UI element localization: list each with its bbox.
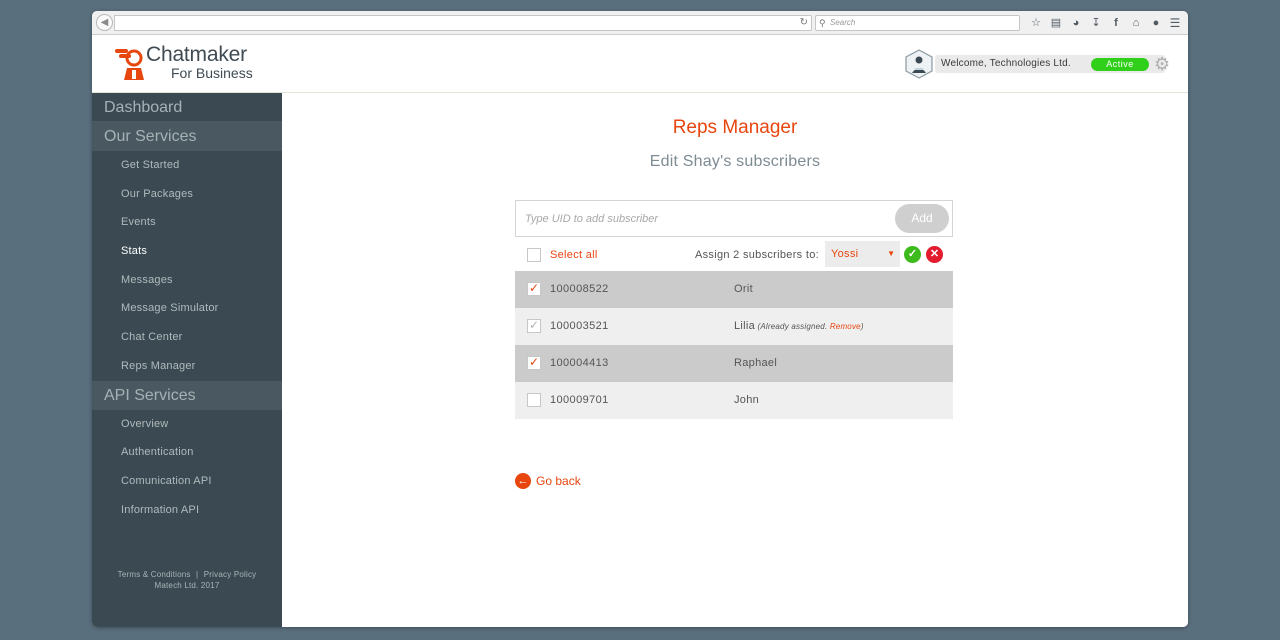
reload-icon[interactable]: ↻ bbox=[800, 16, 808, 30]
confirm-icon[interactable]: ✓ bbox=[904, 246, 921, 263]
page-title: Reps Manager bbox=[672, 117, 798, 138]
sidebar-footer: Terms & Conditions | Privacy Policy Mate… bbox=[92, 569, 282, 591]
subscriber-uid: 100003521 bbox=[550, 320, 609, 332]
sidebar: Dashboard Our Services Get Started Our P… bbox=[92, 93, 282, 627]
subscriber-row[interactable]: ✓ 100003521 Lilia (Already assigned. Remov… bbox=[515, 308, 953, 345]
checkmark-icon: ✓ bbox=[529, 318, 540, 332]
caret-down-icon: ▼ bbox=[887, 249, 895, 258]
sidebar-dashboard[interactable]: Dashboard bbox=[92, 93, 282, 122]
sidebar-item-our-packages[interactable]: Our Packages bbox=[92, 180, 282, 209]
sidebar-section-api-services[interactable]: API Services bbox=[92, 380, 282, 410]
copyright-text: Matech Ltd. 2017 bbox=[154, 581, 220, 590]
subscriber-row[interactable]: ✓ 100008522 Orit bbox=[515, 271, 953, 308]
checkmark-icon: ✓ bbox=[529, 355, 540, 369]
subscriber-list: ✓ 100008522 Orit ✓ 100003521 Lilia (Already a… bbox=[515, 271, 953, 419]
add-button[interactable]: Add bbox=[895, 204, 949, 233]
cancel-icon[interactable]: ✕ bbox=[926, 246, 943, 263]
pocket-icon[interactable]: ◕ bbox=[1066, 15, 1086, 31]
back-button[interactable]: ◀ bbox=[96, 14, 113, 31]
avatar[interactable] bbox=[905, 49, 933, 79]
sidebar-item-get-started[interactable]: Get Started bbox=[92, 151, 282, 180]
sidebar-item-message-simulator[interactable]: Message Simulator bbox=[92, 294, 282, 323]
hamburger-menu-icon[interactable]: ☰ bbox=[1168, 15, 1182, 31]
subscriber-row[interactable]: 100009701 John bbox=[515, 382, 953, 419]
sidebar-item-comunication-api[interactable]: Comunication API bbox=[92, 467, 282, 496]
subscriber-checkbox: ✓ bbox=[527, 318, 541, 333]
sidebar-item-information-api[interactable]: Information API bbox=[92, 496, 282, 525]
welcome-text: Welcome, Technologies Ltd. bbox=[941, 58, 1071, 69]
terms-link[interactable]: Terms & Conditions bbox=[118, 570, 191, 579]
sidebar-item-chat-center[interactable]: Chat Center bbox=[92, 323, 282, 352]
subscriber-checkbox[interactable]: ✓ bbox=[527, 355, 541, 370]
browser-search-placeholder: Search bbox=[830, 18, 856, 27]
subscriber-checkbox[interactable]: ✓ bbox=[527, 281, 541, 296]
add-subscriber-row: Add bbox=[515, 200, 953, 237]
assign-toolbar: Select all Assign 2 subscribers to: Yoss… bbox=[515, 239, 953, 271]
subscriber-name-cell: John bbox=[734, 382, 759, 419]
app-header: Chatmaker For Business Welcome, Technolo… bbox=[92, 35, 1188, 93]
main-content: Reps Manager Edit Shay's subscribers Add… bbox=[282, 93, 1188, 627]
select-all-checkbox[interactable] bbox=[527, 248, 541, 262]
subscriber-uid: 100008522 bbox=[550, 283, 609, 295]
privacy-link[interactable]: Privacy Policy bbox=[204, 570, 257, 579]
checkmark-icon: ✓ bbox=[529, 281, 540, 295]
chat-icon[interactable]: ● bbox=[1146, 15, 1166, 31]
facebook-icon[interactable]: f bbox=[1106, 15, 1126, 31]
subscriber-uid: 100004413 bbox=[550, 357, 609, 369]
subscriber-name: Raphael bbox=[734, 357, 778, 369]
uid-input[interactable] bbox=[516, 201, 894, 236]
back-arrow-icon: ◀ bbox=[100, 17, 109, 28]
browser-window: ◀ ↻ ⚲ Search ☆ ▤ ◕ ↧ f ⌂ ● ☰ Chatmaker F… bbox=[92, 11, 1188, 627]
sidebar-item-reps-manager[interactable]: Reps Manager bbox=[92, 352, 282, 381]
subscriber-name: Orit bbox=[734, 283, 753, 295]
download-icon[interactable]: ↧ bbox=[1086, 15, 1106, 31]
gear-icon[interactable]: ⚙ bbox=[1154, 54, 1170, 74]
sidebar-section-our-services[interactable]: Our Services bbox=[92, 122, 282, 151]
footer-separator: | bbox=[196, 570, 199, 579]
subscriber-name: Lilia bbox=[734, 320, 756, 332]
logo-subtitle: For Business bbox=[171, 65, 253, 81]
go-back-label: Go back bbox=[536, 474, 581, 488]
remove-link[interactable]: Remove bbox=[830, 322, 861, 331]
rep-select-value: Yossi bbox=[831, 248, 859, 260]
back-arrow-icon: ← bbox=[515, 473, 531, 489]
home-icon[interactable]: ⌂ bbox=[1126, 15, 1146, 31]
subscriber-name-cell: Raphael bbox=[734, 345, 777, 382]
browser-search-bar[interactable]: ⚲ Search bbox=[815, 15, 1020, 31]
subscriber-name-cell: Lilia (Already assigned. Remove) bbox=[734, 308, 864, 345]
sidebar-item-authentication[interactable]: Authentication bbox=[92, 438, 282, 467]
reading-list-icon[interactable]: ▤ bbox=[1046, 15, 1066, 31]
subscriber-row[interactable]: ✓ 100004413 Raphael bbox=[515, 345, 953, 382]
assigned-note: (Already assigned. Remove) bbox=[757, 322, 864, 331]
url-bar[interactable]: ↻ bbox=[114, 15, 812, 31]
logo-title: Chatmaker bbox=[146, 43, 247, 66]
subscriber-checkbox[interactable] bbox=[527, 393, 541, 407]
browser-toolbar: ◀ ↻ ⚲ Search ☆ ▤ ◕ ↧ f ⌂ ● ☰ bbox=[92, 11, 1188, 35]
subscriber-name-cell: Orit bbox=[734, 271, 753, 308]
sidebar-item-stats[interactable]: Stats bbox=[92, 237, 282, 266]
search-icon: ⚲ bbox=[819, 18, 826, 28]
assigned-note-text: (Already assigned. bbox=[757, 322, 828, 331]
sidebar-item-events[interactable]: Events bbox=[92, 208, 282, 237]
rep-select[interactable]: Yossi ▼ bbox=[825, 241, 900, 267]
browser-toolbar-icons: ☆ ▤ ◕ ↧ f ⌂ ● bbox=[1026, 15, 1166, 31]
subscriber-name: John bbox=[734, 394, 760, 406]
select-all-label[interactable]: Select all bbox=[550, 239, 598, 271]
welcome-bar: Welcome, Technologies Ltd. Active bbox=[935, 55, 1165, 73]
sidebar-item-messages[interactable]: Messages bbox=[92, 266, 282, 295]
logo-icon bbox=[115, 49, 144, 80]
star-icon[interactable]: ☆ bbox=[1026, 15, 1046, 31]
page-subtitle: Edit Shay's subscribers bbox=[649, 153, 821, 170]
sidebar-item-overview[interactable]: Overview bbox=[92, 410, 282, 439]
assign-label: Assign 2 subscribers to: bbox=[695, 249, 819, 261]
subscriber-uid: 100009701 bbox=[550, 394, 609, 406]
status-badge: Active bbox=[1091, 58, 1149, 71]
